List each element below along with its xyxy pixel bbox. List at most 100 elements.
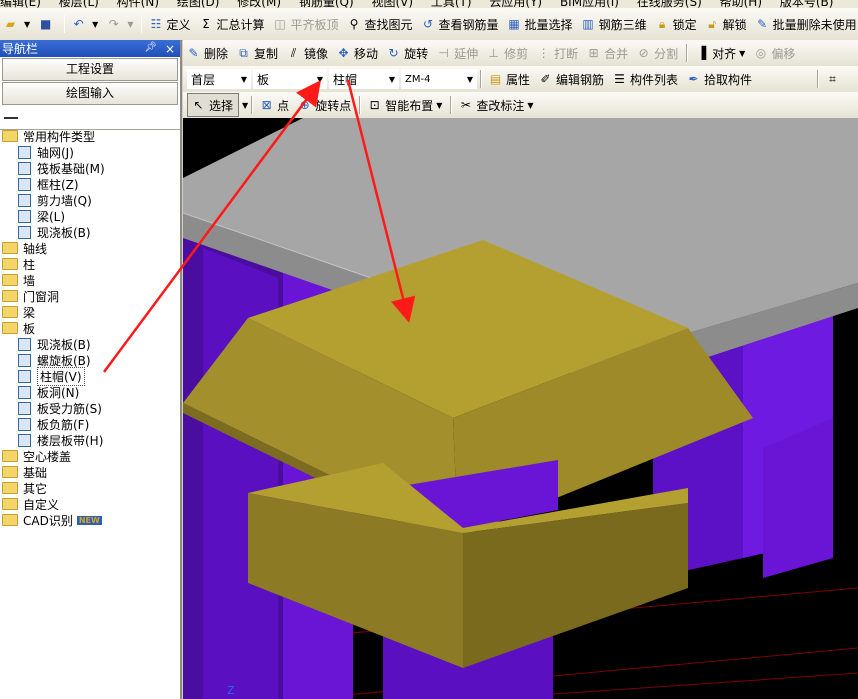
tree-item[interactable]: 柱帽(V)	[0, 366, 180, 386]
batch-delete-button[interactable]: ✎ 批量删除未使用	[752, 13, 858, 35]
menu-item-edit[interactable]: 编辑(E)	[0, 0, 41, 8]
delete-button[interactable]: ✎ 删除	[183, 42, 233, 64]
menu-item-online[interactable]: 在线服务(S)	[637, 0, 702, 8]
folder-icon	[2, 322, 18, 334]
tree-folder[interactable]: 空心楼盖	[0, 448, 180, 464]
close-icon[interactable]: ×	[165, 42, 175, 56]
point-button[interactable]: ⊠ 点	[256, 94, 294, 116]
menu-item-version[interactable]: 版本号(B)	[780, 0, 834, 8]
smart-layout-button[interactable]: ⊡ 智能布置 ▼	[364, 94, 447, 116]
tree-folder[interactable]: CAD识别 NEW	[0, 512, 180, 528]
open-button[interactable]: ▰ ▼	[0, 13, 35, 35]
menu-item-floor[interactable]: 楼层(L)	[59, 0, 99, 8]
property-button[interactable]: ▤ 属性	[485, 68, 535, 90]
menu-item-tools[interactable]: 工具(T)	[431, 0, 472, 8]
split-button[interactable]: ⊘ 分割	[633, 42, 683, 64]
tree-item[interactable]: 板负筋(F)	[0, 416, 180, 432]
lock-button[interactable]: 🔒︎ 锁定	[652, 13, 702, 35]
project-settings-button[interactable]: 工程设置	[2, 58, 178, 81]
select-button[interactable]: ↖ 选择	[187, 93, 240, 117]
drawing-input-button[interactable]: 绘图输入	[2, 82, 178, 105]
tree-item[interactable]: 现浇板(B)	[0, 224, 180, 240]
menu-item-cloud[interactable]: 云应用(Y)	[489, 0, 542, 8]
undo-button[interactable]: ↶ ▼	[68, 13, 103, 35]
sum-calc-button[interactable]: Σ 汇总计算	[195, 13, 269, 35]
menu-item-component[interactable]: 构件(N)	[117, 0, 159, 8]
toolbar-separator	[251, 96, 254, 114]
rebar-3d-label: 钢筋三维	[598, 17, 647, 32]
tree-item[interactable]: 现浇板(B)	[0, 336, 180, 352]
save-button[interactable]: ■	[35, 13, 61, 35]
tree-folder[interactable]: 其它	[0, 480, 180, 496]
grid-tool-button[interactable]: ⌗	[822, 68, 848, 90]
pick-component-button[interactable]: ✒ 拾取构件	[683, 68, 757, 90]
view-rebar-button[interactable]: ↺ 查看钢筋量	[418, 13, 504, 35]
component-list-button[interactable]: ☰ 构件列表	[609, 68, 683, 90]
flat-slab-label: 平齐板顶	[290, 17, 339, 32]
offset-button[interactable]: ◎ 偏移	[750, 42, 800, 64]
menu-item-modify[interactable]: 修改(M)	[237, 0, 281, 8]
extend-button[interactable]: ⊣ 延伸	[433, 42, 483, 64]
tree-item[interactable]: 板受力筋(S)	[0, 400, 180, 416]
floor-select[interactable]: 首层 ▼	[187, 69, 251, 89]
unlock-button[interactable]: 🔓︎ 解锁	[702, 13, 752, 35]
tree-item[interactable]: 螺旋板(B)	[0, 352, 180, 368]
tree-folder[interactable]: 梁	[0, 304, 180, 320]
tree-folder[interactable]: 轴线	[0, 240, 180, 256]
mirror-button[interactable]: ⫽ 镜像	[283, 42, 333, 64]
menu-item-bim[interactable]: BIM应用(I)	[560, 0, 619, 8]
tree-folder[interactable]: 门窗洞	[0, 288, 180, 304]
merge-button[interactable]: ⊞ 合并	[583, 42, 633, 64]
batch-select-label: 批量选择	[524, 17, 573, 32]
define-button[interactable]: ☷ 定义	[145, 13, 195, 35]
tree-item[interactable]: 板洞(N)	[0, 384, 180, 400]
tree-item[interactable]: 框柱(Z)	[0, 176, 180, 192]
flat-slab-button[interactable]: ◫ 平齐板顶	[270, 13, 344, 35]
move-label: 移动	[354, 46, 379, 61]
toolbar-separator	[141, 15, 143, 33]
tree-folder[interactable]: 自定义	[0, 496, 180, 512]
align-button[interactable]: ▐ 对齐 ▼	[691, 42, 750, 64]
menu-item-draw[interactable]: 绘图(D)	[177, 0, 220, 8]
tree-folder[interactable]: 常用构件类型	[0, 128, 180, 144]
menu-item-help[interactable]: 帮助(H)	[720, 0, 762, 8]
3d-viewport[interactable]: Z	[183, 118, 858, 699]
move-button[interactable]: ✥ 移动	[333, 42, 383, 64]
type-select[interactable]: 柱帽 ▼	[329, 69, 399, 89]
tree-item[interactable]: 筏板基础(M)	[0, 160, 180, 176]
edit-rebar-button[interactable]: ✐ 编辑钢筋	[535, 68, 609, 90]
find-element-button[interactable]: ⚲ 查找图元	[344, 13, 418, 35]
select-dropdown-icon[interactable]: ▼	[242, 101, 248, 110]
trim-button[interactable]: ⊥ 修剪	[483, 42, 533, 64]
rotate-button[interactable]: ↻ 旋转	[383, 42, 433, 64]
copy-button[interactable]: ⧉ 复制	[233, 42, 283, 64]
collapse-icon[interactable]	[4, 117, 18, 123]
tree-item-label: 轴网(J)	[37, 145, 74, 160]
tree-folder[interactable]: 墙	[0, 272, 180, 288]
extend-icon: ⊣	[438, 45, 449, 60]
tree-item[interactable]: 楼层板带(H)	[0, 432, 180, 448]
toolbar-separator	[64, 15, 66, 33]
component-tree: 常用构件类型 轴网(J) 筏板基础(M) 框柱(Z) 剪力墙(Q) 梁(L) 现浇板(B) 轴…	[0, 128, 180, 528]
tree-item-label: 板负筋(F)	[37, 417, 90, 432]
component-select[interactable]: ZM-4 ▼	[401, 69, 477, 89]
tree-item-label: 现浇板(B)	[37, 337, 91, 352]
tree-folder[interactable]: 基础	[0, 464, 180, 480]
tree-folder[interactable]: 柱	[0, 256, 180, 272]
rebar-3d-button[interactable]: ▥ 钢筋三维	[578, 13, 652, 35]
tree-item[interactable]: 剪力墙(Q)	[0, 192, 180, 208]
category-select[interactable]: 板 ▼	[253, 69, 327, 89]
trim-label: 修剪	[504, 46, 529, 61]
rotate-point-button[interactable]: ⊕ 旋转点	[294, 94, 356, 116]
break-button[interactable]: ⋮ 打断	[533, 42, 583, 64]
batch-select-button[interactable]: ▦ 批量选择	[504, 13, 578, 35]
menu-item-view[interactable]: 视图(V)	[371, 0, 413, 8]
tree-folder[interactable]: 板	[0, 320, 180, 336]
menu-item-rebar[interactable]: 钢筋量(Q)	[299, 0, 354, 8]
modify-label-button[interactable]: ✂ 查改标注 ▼	[455, 94, 538, 116]
tree-item[interactable]: 轴网(J)	[0, 144, 180, 160]
break-label: 打断	[554, 46, 579, 61]
tree-item[interactable]: 梁(L)	[0, 208, 180, 224]
pin-icon[interactable]: 📌︎	[144, 42, 157, 56]
redo-button[interactable]: ↷ ▼	[103, 13, 138, 35]
